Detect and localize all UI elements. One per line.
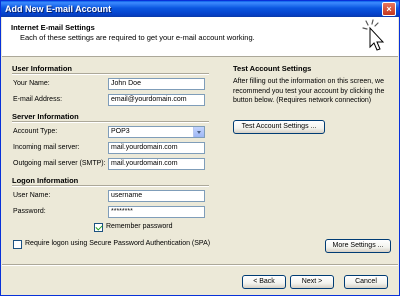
remember-password-checkbox[interactable]: [94, 223, 103, 232]
footer-divider: [2, 264, 398, 266]
account-type-select[interactable]: POP3: [108, 126, 205, 138]
your-name-label: Your Name:: [13, 80, 50, 87]
test-settings-description: After filling out the information on thi…: [233, 78, 385, 104]
close-button[interactable]: ×: [382, 2, 396, 16]
server-info-section-title: Server Information: [12, 112, 79, 121]
account-type-value: POP3: [111, 128, 130, 135]
password-input[interactable]: ********: [108, 206, 205, 218]
cancel-button[interactable]: Cancel: [344, 275, 388, 289]
password-label: Password:: [13, 208, 46, 215]
user-info-section-title: User Information: [12, 64, 73, 73]
header-title: Internet E-mail Settings: [11, 23, 95, 32]
cursor-click-icon: [362, 19, 385, 51]
window-title: Add New E-mail Account: [5, 4, 112, 14]
user-name-input[interactable]: username: [108, 190, 205, 202]
content-area: User Information Your Name: John Doe E-m…: [2, 58, 398, 264]
account-type-label: Account Type:: [13, 128, 58, 135]
spa-checkbox[interactable]: [13, 240, 22, 249]
next-button[interactable]: Next >: [290, 275, 334, 289]
section-divider: [12, 73, 209, 75]
incoming-server-input[interactable]: mail.yourdomain.com: [108, 142, 205, 154]
email-address-input[interactable]: email@yourdomain.com: [108, 94, 205, 106]
dialog-window: Add New E-mail Account × Internet E-mail…: [0, 0, 400, 296]
outgoing-server-input[interactable]: mail.yourdomain.com: [108, 158, 205, 170]
user-name-label: User Name:: [13, 192, 51, 199]
back-button[interactable]: < Back: [242, 275, 286, 289]
section-divider: [12, 185, 209, 187]
title-bar[interactable]: Add New E-mail Account ×: [1, 1, 399, 17]
your-name-input[interactable]: John Doe: [108, 78, 205, 90]
test-account-settings-button[interactable]: Test Account Settings ...: [233, 120, 325, 134]
logon-info-section-title: Logon Information: [12, 176, 79, 185]
section-divider: [12, 121, 209, 123]
header-subtitle: Each of these settings are required to g…: [20, 33, 255, 42]
more-settings-button[interactable]: More Settings ...: [325, 239, 391, 253]
spa-label: Require logon using Secure Password Auth…: [25, 240, 211, 247]
outgoing-server-label: Outgoing mail server (SMTP):: [13, 160, 106, 167]
incoming-server-label: Incoming mail server:: [13, 144, 80, 151]
header-panel: Internet E-mail Settings Each of these s…: [2, 17, 398, 57]
chevron-down-icon[interactable]: [193, 127, 204, 137]
email-address-label: E-mail Address:: [13, 96, 63, 103]
test-settings-section-title: Test Account Settings: [233, 64, 312, 73]
remember-password-label: Remember password: [106, 223, 173, 230]
